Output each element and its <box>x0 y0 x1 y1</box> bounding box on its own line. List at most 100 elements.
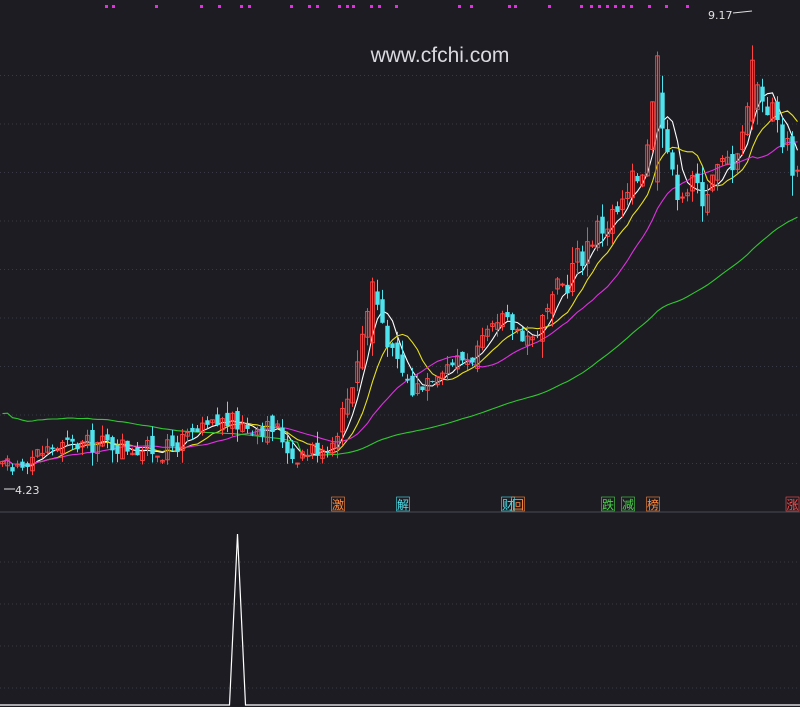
watermark-text: www.cfchi.com <box>370 44 510 67</box>
candle-body <box>700 182 705 207</box>
candle-body <box>245 424 250 429</box>
candle-body <box>565 284 570 294</box>
candle-body <box>225 412 230 427</box>
candle-body <box>125 440 130 452</box>
candle-body <box>510 314 515 331</box>
event-tag: 涨 <box>785 496 800 512</box>
high-price-label: 9.17 <box>708 9 733 22</box>
signal-mark <box>370 5 373 8</box>
candle-body <box>505 312 510 318</box>
candle-body <box>260 427 265 437</box>
candle-body <box>395 342 400 359</box>
candle-body <box>660 92 665 129</box>
signal-mark <box>622 5 625 8</box>
candle-body <box>190 427 195 432</box>
signal-mark <box>598 5 601 8</box>
candle-body <box>410 375 415 396</box>
event-tag: 激 <box>331 496 345 512</box>
candle-body <box>105 434 110 441</box>
candle-body <box>170 435 175 447</box>
candle-body <box>765 106 770 116</box>
candle-body <box>20 461 25 468</box>
signal-mark <box>508 5 511 8</box>
signal-mark <box>316 5 319 8</box>
candle-body <box>295 462 300 465</box>
candle-body <box>90 429 95 453</box>
candle-body <box>280 427 285 443</box>
candle-body <box>400 354 405 373</box>
candle-body <box>680 196 685 199</box>
signal-mark <box>112 5 115 8</box>
signal-mark <box>580 5 583 8</box>
candle-body <box>385 325 390 348</box>
event-tag-text: 涨 <box>786 497 798 512</box>
candle-body <box>70 438 75 442</box>
signal-mark <box>686 5 689 8</box>
candle-body <box>515 328 520 331</box>
candle-body <box>115 444 120 454</box>
candle-body <box>760 86 765 102</box>
candle-body <box>535 334 540 336</box>
signal-mark <box>155 5 158 8</box>
event-tag-text: 跌 <box>602 497 614 512</box>
candle-body <box>420 386 425 391</box>
candle-body <box>250 433 255 435</box>
chart-background <box>0 0 800 707</box>
candle-body <box>155 455 160 458</box>
signal-mark <box>338 5 341 8</box>
signal-mark <box>606 5 609 8</box>
event-tag-text: 榜 <box>647 497 659 512</box>
candle-body <box>665 129 670 153</box>
signal-mark <box>218 5 221 8</box>
candle-body <box>600 216 605 234</box>
candle-body <box>790 136 795 176</box>
candle-body <box>635 175 640 182</box>
candle-body <box>110 437 115 451</box>
signal-mark <box>548 5 551 8</box>
candle-body <box>560 283 565 286</box>
candle-body <box>215 414 220 426</box>
signal-mark <box>346 5 349 8</box>
signal-mark <box>630 5 633 8</box>
candle-body <box>375 291 380 305</box>
candle-body <box>675 174 680 201</box>
candle-body <box>405 378 410 381</box>
signal-mark <box>395 5 398 8</box>
signal-mark <box>290 5 293 8</box>
event-tag: 回 <box>511 496 525 512</box>
candle-body <box>325 452 330 454</box>
candle-body <box>430 380 435 383</box>
candle-body <box>150 435 155 455</box>
candle-body <box>195 428 200 433</box>
candle-body <box>460 351 465 361</box>
signal-mark <box>200 5 203 8</box>
candle-body <box>50 447 55 450</box>
event-tag: 解 <box>396 496 410 512</box>
candle-body <box>285 441 290 454</box>
candle-body <box>695 173 700 184</box>
candle-body <box>380 299 385 323</box>
signal-mark <box>614 5 617 8</box>
candle-body <box>135 447 140 456</box>
signal-mark <box>590 5 593 8</box>
candle-body <box>470 357 475 363</box>
signal-mark <box>240 5 243 8</box>
candle-body <box>65 437 70 440</box>
event-tag-text: 回 <box>512 498 524 512</box>
stock-chart: www.cfchi.com 9.17 4.23 激解财回跌减榜涨 <box>0 0 800 707</box>
event-tag: 榜 <box>646 496 660 512</box>
event-tag-text: 解 <box>397 498 409 512</box>
candle-body <box>670 152 675 170</box>
candle-body <box>10 467 15 472</box>
signal-mark <box>248 5 251 8</box>
candle-body <box>390 343 395 348</box>
event-tag-text: 减 <box>622 498 634 512</box>
candle-body <box>75 443 80 450</box>
signal-mark <box>470 5 473 8</box>
candle-body <box>520 330 525 342</box>
candle-body <box>580 251 585 266</box>
candle-body <box>175 442 180 453</box>
signal-mark <box>514 5 517 8</box>
candle-body <box>795 169 800 172</box>
candle-body <box>315 442 320 456</box>
